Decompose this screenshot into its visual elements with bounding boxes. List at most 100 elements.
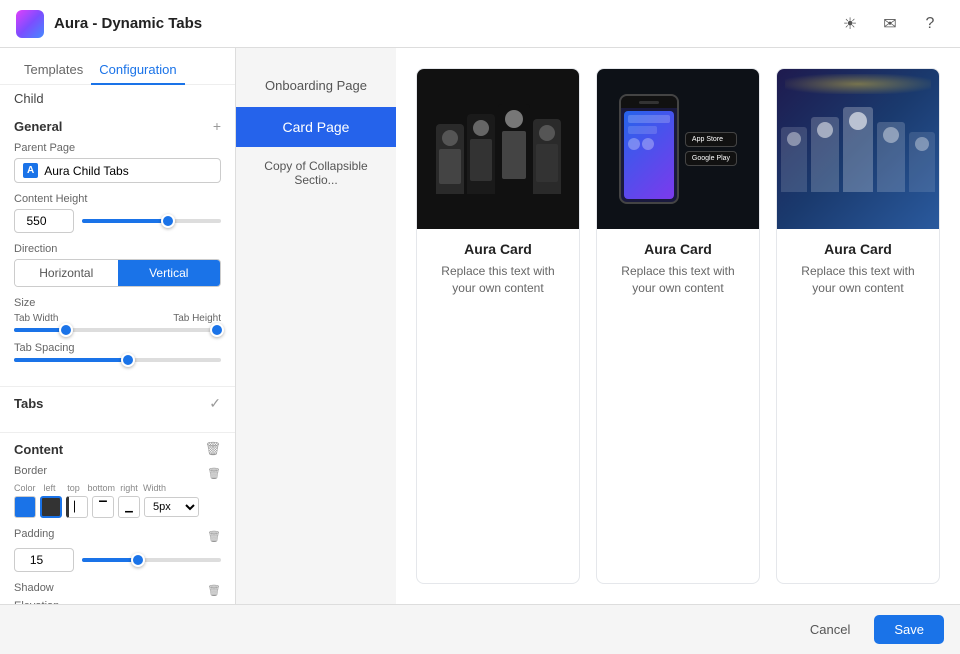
general-section-title: General — [14, 119, 62, 134]
preview-copy-tab[interactable]: Copy of Collapsible Sectio... — [236, 147, 396, 199]
event-person-2 — [811, 117, 839, 192]
head-3 — [505, 110, 523, 128]
card-2-title: Aura Card — [644, 241, 712, 257]
parent-page-input-wrapper[interactable]: A — [14, 158, 221, 183]
padding-thumb[interactable] — [131, 553, 145, 567]
preview-inner: Onboarding Page Card Page Copy of Collap… — [236, 48, 960, 604]
phone-icons — [628, 138, 670, 150]
store-badges: App Store Google Play — [685, 132, 737, 166]
preview-area: Onboarding Page Card Page Copy of Collap… — [236, 48, 960, 604]
card-3-image — [777, 69, 939, 229]
border-trash-icon[interactable]: 🗑 — [207, 467, 221, 480]
tabs-check-icon[interactable]: ✓ — [209, 395, 221, 412]
tab-spacing-thumb[interactable] — [121, 353, 135, 367]
main-layout: Templates Configuration Child General + … — [0, 48, 960, 604]
content-section: Content 🗑 Border 🗑 Color left top bottom… — [0, 432, 235, 604]
card-1-people — [426, 94, 571, 204]
card-1: Aura Card Replace this text with your ow… — [416, 68, 580, 584]
tabs-section-title: Tabs — [14, 396, 43, 411]
content-height-label: Content Height — [14, 193, 221, 205]
card-2: App Store Google Play Aura Card Replace … — [596, 68, 760, 584]
border-controls: ▏ ▔ ▁ 5px 1px 2px 3px — [14, 496, 221, 518]
person-3 — [498, 104, 530, 194]
card-1-text: Replace this text with your own content — [429, 263, 567, 297]
head-2 — [473, 120, 489, 136]
tab-configuration[interactable]: Configuration — [91, 56, 184, 85]
save-button[interactable]: Save — [874, 615, 944, 644]
direction-vertical[interactable]: Vertical — [118, 260, 221, 286]
mail-icon[interactable]: ✉ — [876, 10, 904, 38]
content-height-input[interactable] — [14, 209, 74, 233]
phone-notch — [639, 101, 659, 104]
content-trash-icon[interactable]: 🗑 — [204, 441, 221, 457]
border-labels: Color left top bottom right Width — [14, 483, 221, 493]
card-2-content: App Store Google Play — [619, 94, 737, 204]
parent-page-icon: A — [23, 163, 38, 178]
panel-tabs: Templates Configuration — [0, 48, 235, 85]
content-section-header: Content 🗑 — [14, 441, 221, 457]
color-label: Color — [14, 483, 36, 493]
cancel-button[interactable]: Cancel — [798, 616, 862, 643]
shadow-trash-icon[interactable]: 🗑 — [207, 584, 221, 597]
border-color-swatch-dark[interactable] — [40, 496, 62, 518]
e-head-2 — [817, 122, 833, 138]
border-label: Border — [14, 465, 47, 477]
border-color-swatch-blue[interactable] — [14, 496, 36, 518]
content-height-thumb[interactable] — [161, 214, 175, 228]
border-width-select[interactable]: 5px 1px 2px 3px — [144, 497, 199, 517]
sun-icon[interactable]: ☀ — [836, 10, 864, 38]
body-3 — [502, 131, 526, 179]
phone-top — [621, 96, 677, 108]
help-icon[interactable]: ? — [916, 10, 944, 38]
card-3-title: Aura Card — [824, 241, 892, 257]
parent-page-row: Parent Page A — [14, 142, 221, 183]
direction-row: Direction Horizontal Vertical — [14, 243, 221, 287]
padding-input[interactable] — [14, 548, 74, 572]
direction-horizontal[interactable]: Horizontal — [15, 260, 118, 286]
content-height-slider-row — [14, 209, 221, 233]
border-top-btn[interactable]: ▔ — [92, 496, 114, 518]
shadow-row: Shadow 🗑 Elevation Fully Elevated None L… — [14, 582, 221, 604]
event-person-1 — [781, 127, 807, 192]
general-section: General + Parent Page A Content Height — [0, 108, 235, 378]
card-3-text: Replace this text with your own content — [789, 263, 927, 297]
e-head-3 — [849, 112, 867, 130]
tabs-section: Tabs ✓ — [0, 386, 235, 424]
card-2-text: Replace this text with your own content — [609, 263, 747, 297]
content-height-track-fill — [82, 219, 168, 223]
phone-content — [624, 111, 674, 154]
content-height-track — [82, 219, 221, 223]
border-bottom-btn[interactable]: ▁ — [118, 496, 140, 518]
tab-height-thumb[interactable] — [210, 323, 224, 337]
parent-page-label: Parent Page — [14, 142, 221, 154]
phone-avatar-2 — [642, 138, 654, 150]
general-plus-icon[interactable]: + — [213, 118, 221, 134]
card-1-title: Aura Card — [464, 241, 532, 257]
preview-onboarding-tab[interactable]: Onboarding Page — [236, 64, 396, 107]
top-bar: Aura - Dynamic Tabs ☀ ✉ ? — [0, 0, 960, 48]
padding-row: Padding 🗑 — [14, 528, 221, 572]
e-head-5 — [915, 137, 929, 151]
event-lights — [785, 74, 931, 94]
content-section-title: Content — [14, 442, 63, 457]
phone-avatar-1 — [628, 138, 640, 150]
border-left-btn[interactable]: ▏ — [66, 496, 88, 518]
head-4 — [539, 125, 555, 141]
preview-card-page-tab[interactable]: Card Page — [236, 107, 396, 147]
parent-page-input[interactable] — [44, 164, 212, 178]
size-row: Size Tab Width Tab Height Tab Spacing — [14, 297, 221, 362]
e-head-1 — [787, 132, 801, 146]
bottom-label: bottom — [88, 483, 116, 493]
child-label: Child — [0, 85, 235, 108]
tab-templates[interactable]: Templates — [16, 56, 91, 85]
tab-height-label: Tab Height — [118, 313, 222, 324]
top-bar-icons: ☀ ✉ ? — [836, 10, 944, 38]
top-label: top — [64, 483, 84, 493]
app-store-badge[interactable]: App Store — [685, 132, 737, 147]
direction-toggle: Horizontal Vertical — [14, 259, 221, 287]
padding-track — [82, 558, 221, 562]
padding-trash-icon[interactable]: 🗑 — [207, 530, 221, 543]
event-people — [777, 107, 939, 192]
tab-width-thumb[interactable] — [59, 323, 73, 337]
google-play-badge[interactable]: Google Play — [685, 151, 737, 166]
